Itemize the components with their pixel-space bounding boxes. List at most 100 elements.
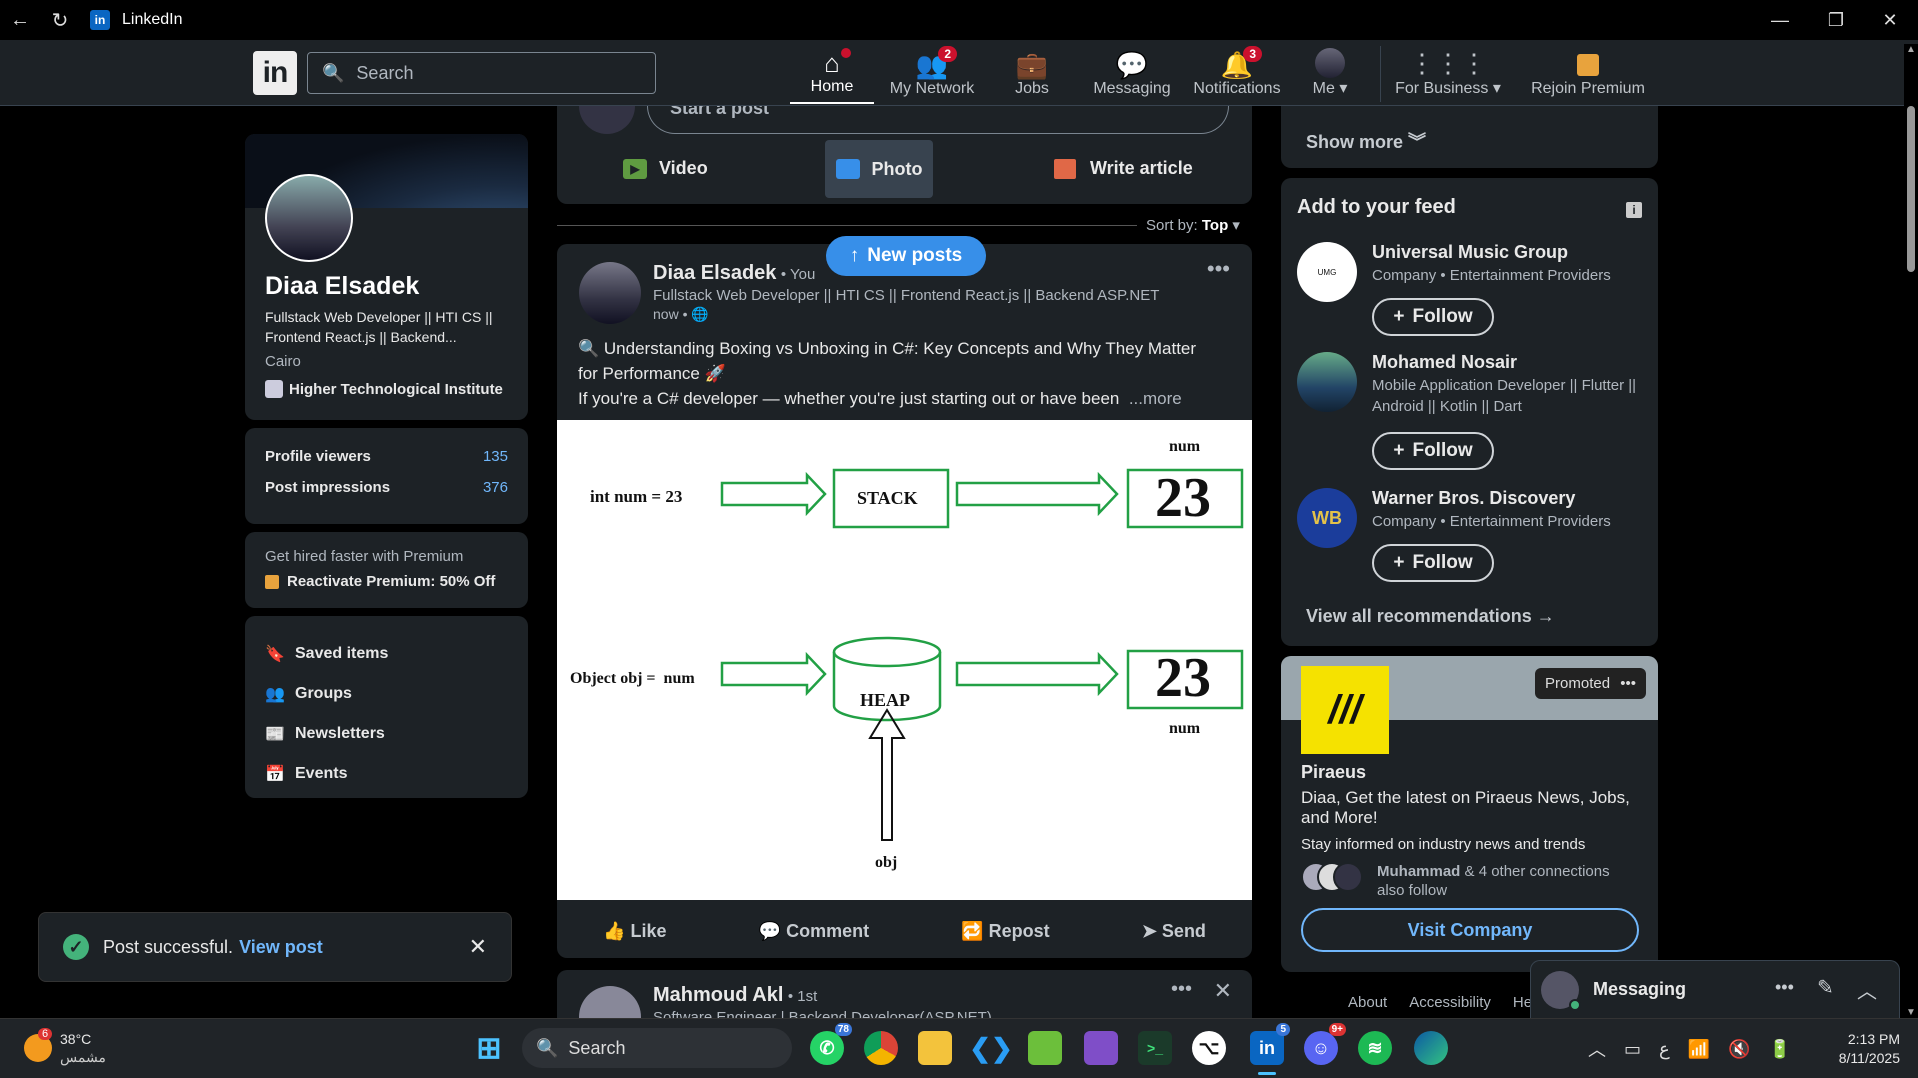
ad-company-name[interactable]: Piraeus	[1301, 762, 1366, 783]
post-image[interactable]: num int num = 23 STACK 23 Object obj = n…	[557, 420, 1252, 900]
nav-notifications[interactable]: 🔔 3 Notifications	[1185, 44, 1289, 104]
universal-music-logo[interactable]: UMG	[1297, 242, 1357, 302]
follow-button[interactable]: + Follow	[1372, 298, 1494, 336]
profile-name[interactable]: Diaa Elsadek	[265, 272, 528, 301]
linkedin-logo[interactable]: in	[253, 51, 297, 95]
tray-language[interactable]: ع	[1659, 1039, 1670, 1060]
nav-messaging[interactable]: 💬 Messaging	[1090, 44, 1174, 104]
volume-muted-icon[interactable]: 🔇	[1728, 1039, 1750, 1060]
clock-time: 2:13 PM	[1847, 1031, 1900, 1047]
footer-accessibility-link[interactable]: Accessibility	[1409, 994, 1491, 1011]
recommendation-name[interactable]: Universal Music Group	[1372, 242, 1611, 263]
wifi-icon[interactable]: 📶	[1688, 1039, 1710, 1060]
profile-avatar[interactable]	[265, 174, 353, 262]
follow-button[interactable]: + Follow	[1372, 544, 1494, 582]
scroll-up-arrow[interactable]: ▲	[1906, 44, 1916, 55]
minimize-icon[interactable]: —	[1752, 0, 1808, 40]
shortcut-newsletters[interactable]: 📰 Newsletters	[265, 714, 508, 754]
nav-home[interactable]: ⌂ Home	[790, 44, 874, 104]
new-posts-button[interactable]: ↑ New posts	[826, 236, 986, 276]
clock[interactable]: 2:13 PM 8/11/2025	[1820, 1030, 1900, 1068]
next-post-degree: • 1st	[787, 988, 818, 1005]
restore-icon[interactable]: ❐	[1808, 0, 1864, 40]
nav-me[interactable]: Me ▾	[1300, 44, 1360, 104]
composer-video-button[interactable]: ▶ Video	[623, 158, 708, 179]
chrome-icon[interactable]	[864, 1031, 898, 1065]
close-window-icon[interactable]: ✕	[1862, 0, 1918, 40]
whatsapp-icon[interactable]: ✆ 78	[810, 1023, 852, 1065]
profile-school[interactable]: Higher Technological Institute	[265, 380, 528, 398]
taskbar-search[interactable]: 🔍 Search	[522, 1028, 792, 1068]
next-post-author-name[interactable]: Mahmoud Akl	[653, 984, 783, 1006]
nav-rejoin-premium[interactable]: Rejoin Premium	[1528, 44, 1648, 104]
show-more-button[interactable]: Show more ︾	[1306, 128, 1426, 154]
search-input[interactable]: 🔍 Search	[307, 52, 656, 94]
piraeus-logo[interactable]: ///	[1301, 666, 1389, 754]
next-post-close-icon[interactable]: ✕	[1214, 978, 1232, 1004]
repost-button[interactable]: 🔁 Repost	[961, 921, 1049, 942]
start-post-input[interactable]: Start a post	[647, 106, 1229, 134]
snipping-tool-icon[interactable]	[1028, 1031, 1062, 1065]
vscode-icon[interactable]: ❮❯	[969, 1031, 1013, 1065]
post-menu-icon[interactable]: •••	[1207, 256, 1230, 282]
stat-profile-viewers[interactable]: Profile viewers 135	[265, 448, 508, 465]
scrollbar-thumb[interactable]	[1907, 106, 1915, 272]
tray-display-icon[interactable]: ▭	[1624, 1039, 1641, 1060]
battery-icon[interactable]: 🔋	[1769, 1039, 1791, 1060]
close-toast-icon[interactable]: ✕	[469, 934, 487, 960]
view-post-link[interactable]: View post	[239, 937, 323, 958]
composer-card: Start a post ▶ Video Photo Write article	[557, 106, 1252, 204]
comment-button[interactable]: 💬 Comment	[759, 921, 869, 942]
warner-bros-logo[interactable]: WB	[1297, 488, 1357, 548]
windows-start-icon[interactable]: ⊞	[472, 1031, 506, 1065]
nav-jobs[interactable]: 💼 Jobs	[1000, 44, 1064, 104]
taskbar-linkedin-icon[interactable]: in 5	[1250, 1023, 1290, 1065]
page-scrollbar[interactable]: ▲ ▼	[1904, 44, 1918, 1018]
chevron-up-icon[interactable]: ︿	[1857, 975, 1877, 1004]
spotify-icon[interactable]: ≋	[1358, 1031, 1392, 1065]
send-button[interactable]: ➤ Send	[1142, 921, 1206, 942]
shortcut-events[interactable]: 📅 Events	[265, 754, 508, 794]
edge-icon[interactable]	[1414, 1031, 1448, 1065]
nav-for-business[interactable]: ⋮⋮⋮ For Business ▾	[1392, 44, 1504, 104]
composer-article-button[interactable]: Write article	[1054, 158, 1193, 179]
visual-studio-icon[interactable]	[1084, 1031, 1118, 1065]
messaging-dock[interactable]: Messaging ••• ✎ ︿	[1530, 960, 1900, 1018]
footer-about-link[interactable]: About	[1348, 994, 1387, 1011]
like-button[interactable]: 👍 Like	[603, 921, 666, 942]
promoted-badge[interactable]: Promoted •••	[1535, 668, 1646, 699]
sort-dropdown[interactable]: Sort by: Top ▾	[1146, 216, 1240, 234]
post-author-name[interactable]: Diaa Elsadek	[653, 262, 776, 284]
shortcut-groups[interactable]: 👥 Groups	[265, 674, 508, 714]
recommendation-name[interactable]: Mohamed Nosair	[1372, 352, 1636, 373]
post-author-avatar[interactable]	[579, 262, 641, 324]
compose-icon[interactable]: ✎	[1817, 975, 1834, 1000]
stat-post-impressions[interactable]: Post impressions 376	[265, 479, 508, 496]
see-more-link[interactable]: ...more	[1129, 389, 1182, 408]
premium-card[interactable]: Get hired faster with Premium Reactivate…	[245, 532, 528, 608]
github-icon[interactable]: ⌥	[1192, 1031, 1226, 1065]
messaging-menu-icon[interactable]: •••	[1775, 977, 1794, 998]
refresh-icon[interactable]: ↻	[40, 0, 80, 40]
recommendation-name[interactable]: Warner Bros. Discovery	[1372, 488, 1611, 509]
diagram-label-int-num: int num = 23	[590, 487, 683, 506]
info-icon[interactable]: i	[1626, 202, 1642, 218]
follow-button[interactable]: + Follow	[1372, 432, 1494, 470]
tray-chevron-up-icon[interactable]: ︿	[1588, 1036, 1606, 1062]
mohamed-nosair-avatar[interactable]	[1297, 352, 1357, 412]
scroll-down-arrow[interactable]: ▼	[1906, 1007, 1916, 1018]
file-explorer-icon[interactable]	[918, 1031, 952, 1065]
view-all-recommendations-link[interactable]: View all recommendations →	[1306, 606, 1555, 627]
nav-my-network[interactable]: 👥 2 My Network	[880, 44, 984, 104]
back-icon[interactable]: ←	[0, 0, 40, 40]
next-post-avatar[interactable]	[579, 986, 641, 1018]
premium-link[interactable]: Reactivate Premium: 50% Off	[265, 573, 508, 590]
discord-icon[interactable]: ☺ 9+	[1304, 1023, 1346, 1065]
composer-photo-button[interactable]: Photo	[825, 140, 933, 198]
visit-company-button[interactable]: Visit Company	[1301, 908, 1639, 952]
weather-widget[interactable]: 6 38°C مشمس	[24, 1028, 106, 1066]
next-post-menu-icon[interactable]: •••	[1171, 978, 1192, 1001]
shortcut-saved-items[interactable]: 🔖 Saved items	[265, 634, 508, 674]
newsletter-icon: 📰	[265, 726, 285, 743]
terminal-icon[interactable]: >_	[1138, 1031, 1172, 1065]
